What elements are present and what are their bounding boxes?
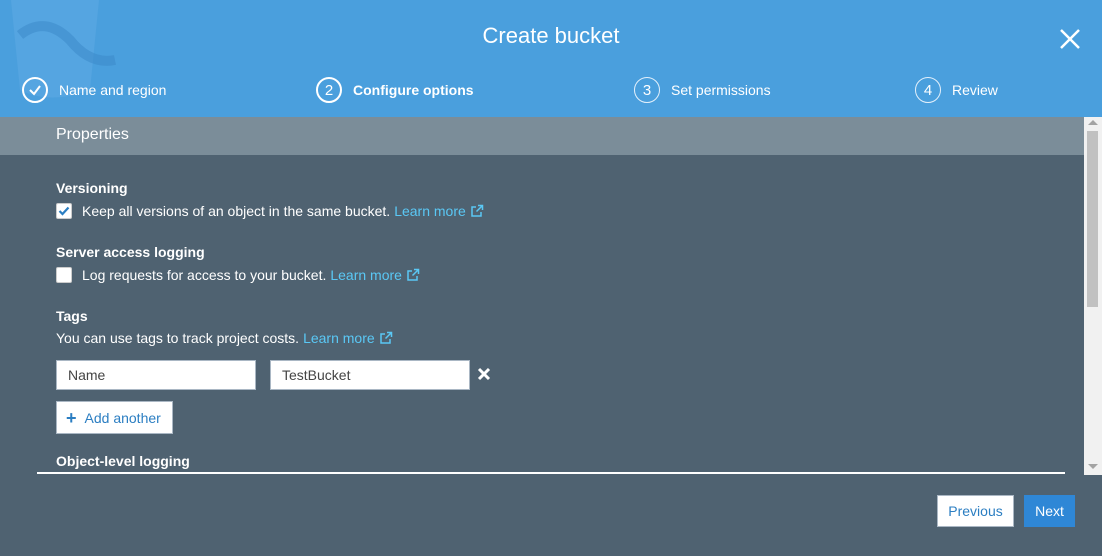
step-number: 2 [316, 77, 342, 103]
versioning-learn-more-link[interactable]: Learn more [394, 203, 484, 219]
tags-title: Tags [56, 308, 88, 324]
plus-icon: + [66, 407, 77, 428]
next-button[interactable]: Next [1024, 495, 1075, 527]
step-configure-options[interactable]: 2 Configure options [316, 76, 474, 104]
step-label: Review [952, 82, 998, 98]
checkmark-icon [58, 206, 70, 216]
link-label: Learn more [303, 330, 375, 346]
remove-tag-icon[interactable] [476, 366, 492, 382]
tag-value-input[interactable] [270, 360, 470, 390]
versioning-title: Versioning [56, 180, 128, 196]
logging-checkbox[interactable] [56, 267, 72, 283]
add-another-label: Add another [84, 409, 161, 426]
scrollbar[interactable] [1084, 117, 1102, 475]
properties-title: Properties [56, 126, 129, 143]
versioning-text: Keep all versions of an object in the sa… [82, 203, 391, 219]
step-label: Name and region [59, 82, 167, 98]
checkmark-icon [22, 77, 48, 103]
external-link-icon [471, 204, 484, 217]
step-number: 3 [634, 77, 660, 103]
dialog-title: Create bucket [482, 23, 620, 48]
object-logging-title: Object-level logging [56, 453, 190, 469]
logging-title: Server access logging [56, 244, 205, 260]
link-label: Learn more [330, 267, 402, 283]
add-another-tag-button[interactable]: + Add another [56, 401, 173, 434]
external-link-icon [407, 268, 420, 281]
versioning-checkbox[interactable] [56, 203, 72, 219]
external-link-icon [379, 331, 392, 344]
scroll-down-icon[interactable] [1088, 464, 1098, 469]
dialog-header: Create bucket Name and region 2 Configur… [0, 0, 1102, 117]
scrollbar-thumb[interactable] [1087, 131, 1098, 307]
options-content: Versioning Keep all versions of an objec… [0, 155, 1084, 475]
close-icon[interactable] [1058, 27, 1082, 51]
tags-description: You can use tags to track project costs.… [56, 330, 393, 346]
previous-button[interactable]: Previous [937, 495, 1014, 527]
scroll-up-icon[interactable] [1088, 120, 1098, 125]
content-divider [37, 472, 1065, 474]
link-label: Learn more [394, 203, 466, 219]
versioning-option: Keep all versions of an object in the sa… [56, 203, 484, 219]
step-number: 4 [915, 77, 941, 103]
logging-learn-more-link[interactable]: Learn more [330, 267, 420, 283]
properties-header: Properties [0, 117, 1084, 155]
step-name-and-region[interactable]: Name and region [22, 76, 166, 104]
logging-text: Log requests for access to your bucket. [82, 267, 327, 283]
step-review[interactable]: 4 Review [915, 76, 998, 104]
step-label: Set permissions [671, 82, 771, 98]
tags-learn-more-link[interactable]: Learn more [303, 330, 393, 346]
tag-key-input[interactable] [56, 360, 256, 390]
logging-option: Log requests for access to your bucket. … [56, 267, 420, 283]
tags-text: You can use tags to track project costs. [56, 330, 300, 346]
step-label: Configure options [353, 82, 474, 98]
step-set-permissions[interactable]: 3 Set permissions [634, 76, 771, 104]
